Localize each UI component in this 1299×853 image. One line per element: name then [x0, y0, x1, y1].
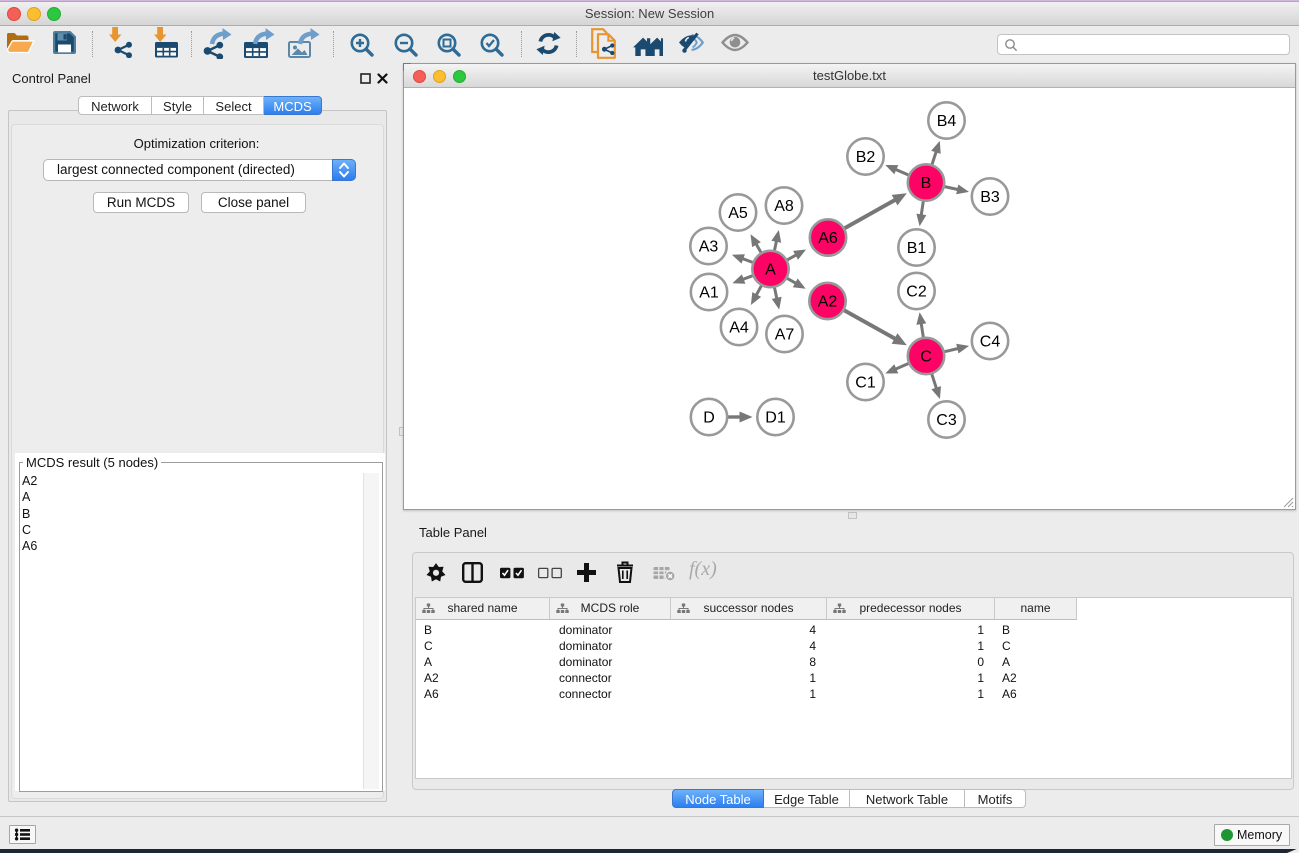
- svg-text:C2: C2: [906, 284, 927, 301]
- svg-text:B: B: [921, 175, 932, 192]
- svg-text:B3: B3: [980, 189, 1000, 206]
- svg-text:A8: A8: [774, 198, 794, 215]
- svg-text:A6: A6: [818, 230, 838, 247]
- svg-text:A1: A1: [699, 285, 719, 302]
- svg-text:A: A: [765, 262, 776, 279]
- svg-text:B4: B4: [937, 113, 957, 130]
- svg-text:A7: A7: [775, 327, 795, 344]
- svg-text:A5: A5: [728, 205, 748, 222]
- svg-text:C3: C3: [936, 412, 957, 429]
- svg-text:C4: C4: [980, 334, 1001, 351]
- svg-text:A3: A3: [699, 239, 719, 256]
- svg-text:D1: D1: [765, 410, 786, 427]
- svg-text:B2: B2: [856, 149, 876, 166]
- svg-text:C: C: [920, 349, 932, 366]
- svg-text:A2: A2: [818, 294, 838, 311]
- svg-text:D: D: [703, 410, 715, 427]
- svg-text:A4: A4: [729, 320, 749, 337]
- svg-text:B1: B1: [907, 240, 927, 257]
- svg-text:C1: C1: [855, 375, 876, 392]
